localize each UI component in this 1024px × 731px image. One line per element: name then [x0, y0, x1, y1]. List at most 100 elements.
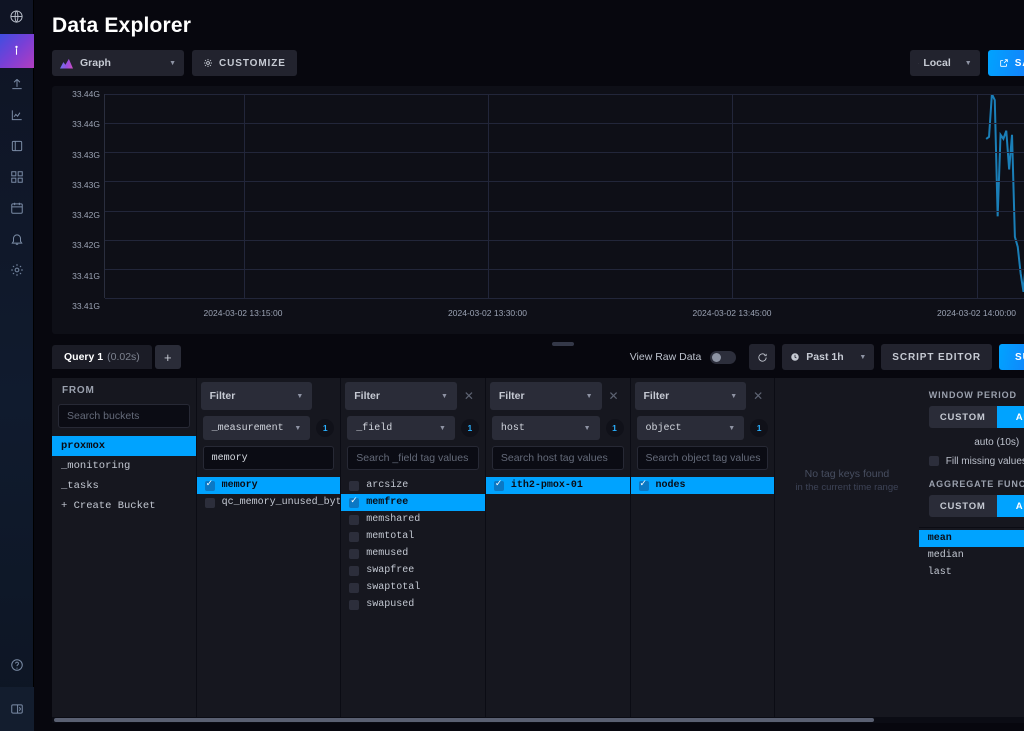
aggregate-function-option[interactable]: last [919, 564, 1024, 581]
bucket-item[interactable]: _monitoring [52, 456, 196, 476]
chevron-down-icon: ▼ [294, 425, 301, 432]
tag-value-search-box[interactable] [492, 446, 624, 470]
local-timezone-dropdown[interactable]: Local ▼ [910, 50, 980, 76]
sidebar-item-load-data[interactable] [0, 68, 34, 99]
tag-value-label: memory [222, 480, 258, 491]
checkbox[interactable] [349, 481, 359, 491]
checkbox[interactable] [205, 498, 215, 508]
checkbox[interactable] [639, 481, 649, 491]
view-raw-data-toggle[interactable] [710, 351, 736, 364]
time-range-dropdown[interactable]: Past 1h ▼ [782, 344, 874, 370]
y-axis: 33.44G33.44G33.43G33.43G33.42G33.42G33.4… [52, 94, 100, 306]
visualization-type-dropdown[interactable]: Graph ▼ [52, 50, 184, 76]
influx-logo-icon[interactable] [0, 0, 34, 34]
bucket-item[interactable]: proxmox [52, 436, 196, 456]
aggregate-function-option[interactable]: median [919, 547, 1024, 564]
aggregate-auto-button[interactable]: AUTO [997, 495, 1024, 517]
tag-value-search-box[interactable] [637, 446, 769, 470]
tag-value-option[interactable]: memory [197, 477, 341, 494]
checkbox[interactable] [205, 481, 215, 491]
query-tab-1[interactable]: Query 1 (0.02s) [52, 345, 152, 369]
tag-key-dropdown[interactable]: _field▼ [347, 416, 455, 440]
sidebar-item-dashboards[interactable] [0, 161, 34, 192]
checkbox[interactable] [349, 515, 359, 525]
tag-key-row: object▼1 [631, 410, 775, 440]
tag-value-search-box[interactable]: ✕ [203, 446, 335, 470]
tag-key-dropdown[interactable]: host▼ [492, 416, 600, 440]
visualization-type-label: Graph [80, 57, 111, 69]
window-auto-button[interactable]: AUTO [997, 406, 1024, 428]
filter-label: Filter [210, 390, 236, 402]
checkbox[interactable] [349, 549, 359, 559]
tag-value-search-input[interactable] [356, 452, 491, 464]
tag-key-dropdown[interactable]: _measurement▼ [203, 416, 311, 440]
sidebar-item-notebooks[interactable] [0, 130, 34, 161]
panel-resize-handle[interactable] [552, 342, 574, 346]
remove-filter-button[interactable]: ✕ [746, 382, 770, 410]
tag-key-label: host [501, 423, 525, 434]
tag-value-option[interactable]: swaptotal [341, 579, 485, 596]
checkbox[interactable] [349, 532, 359, 542]
graph-canvas[interactable]: 33.44G33.44G33.43G33.43G33.42G33.42G33.4… [52, 86, 1024, 334]
tag-value-search-box[interactable] [347, 446, 479, 470]
script-editor-button[interactable]: SCRIPT EDITOR [881, 344, 992, 370]
sidebar-item-alerts[interactable] [0, 223, 34, 254]
checkbox[interactable] [349, 498, 359, 508]
tag-value-option[interactable]: swapused [341, 596, 485, 613]
window-custom-button[interactable]: CUSTOM [929, 406, 997, 428]
aggregate-function-option[interactable]: mean [919, 530, 1024, 547]
filter-type-dropdown[interactable]: Filter▼ [345, 382, 457, 410]
tag-value-search-input[interactable] [501, 452, 636, 464]
view-raw-data-label: View Raw Data [630, 351, 702, 363]
help-icon[interactable] [0, 643, 34, 687]
aggregate-custom-button[interactable]: CUSTOM [929, 495, 997, 517]
sidebar-item-tasks[interactable] [0, 192, 34, 223]
y-axis-tick: 33.43G [72, 180, 100, 190]
checkbox[interactable] [349, 600, 359, 610]
checkbox[interactable] [494, 481, 504, 491]
horizontal-scrollbar[interactable] [52, 717, 1024, 723]
tag-value-option[interactable]: swapfree [341, 562, 485, 579]
tag-value-option[interactable]: memused [341, 545, 485, 562]
search-buckets-input[interactable] [67, 410, 202, 422]
filter-type-dropdown[interactable]: Filter▼ [201, 382, 313, 410]
query-tab-label: Query 1 [64, 351, 103, 363]
bucket-search-box[interactable] [58, 404, 190, 428]
local-label: Local [923, 57, 950, 69]
scrollbar-thumb[interactable] [54, 718, 874, 722]
sidebar-item-explore[interactable] [0, 99, 34, 130]
collapse-panel-icon[interactable] [0, 687, 34, 731]
tag-value-option[interactable]: qc_memory_unused_bytes [197, 494, 341, 511]
tag-key-dropdown[interactable]: object▼ [637, 416, 745, 440]
submit-button[interactable]: SUBMIT [999, 344, 1024, 370]
tag-value-option[interactable]: arcsize [341, 477, 485, 494]
filter-type-dropdown[interactable]: Filter▼ [635, 382, 747, 410]
gridline-horizontal [105, 269, 1024, 270]
remove-filter-button[interactable]: ✕ [457, 382, 481, 410]
filter-type-dropdown[interactable]: Filter▼ [490, 382, 602, 410]
query-tab-duration: (0.02s) [107, 351, 140, 363]
customize-button[interactable]: CUSTOMIZE [192, 50, 297, 76]
checkbox[interactable] [349, 566, 359, 576]
tag-value-option[interactable]: memtotal [341, 528, 485, 545]
bucket-item[interactable]: _tasks [52, 476, 196, 496]
save-as-button[interactable]: SAVE AS [988, 50, 1024, 76]
create-bucket-button[interactable]: + Create Bucket [52, 496, 196, 516]
refresh-button[interactable] [749, 344, 775, 370]
empty-message-line1: No tag keys found [805, 468, 890, 480]
tag-value-search-input[interactable] [212, 453, 339, 464]
tag-value-search-input[interactable] [646, 452, 781, 464]
checkbox[interactable] [349, 583, 359, 593]
tag-value-option[interactable]: ith2-pmox-01 [486, 477, 630, 494]
fill-missing-checkbox[interactable] [929, 456, 939, 466]
x-axis-tick: 2024-03-02 13:45:00 [693, 308, 772, 318]
save-as-label: SAVE AS [1015, 58, 1024, 69]
sidebar-item-settings[interactable] [0, 254, 34, 285]
sidebar-item-data-explorer[interactable] [0, 34, 34, 68]
tag-value-option[interactable]: nodes [631, 477, 775, 494]
fill-missing-row[interactable]: Fill missing values ? [919, 455, 1024, 467]
tag-value-option[interactable]: memfree [341, 494, 485, 511]
add-query-button[interactable]: + [155, 345, 181, 369]
tag-value-option[interactable]: memshared [341, 511, 485, 528]
remove-filter-button[interactable]: ✕ [602, 382, 626, 410]
